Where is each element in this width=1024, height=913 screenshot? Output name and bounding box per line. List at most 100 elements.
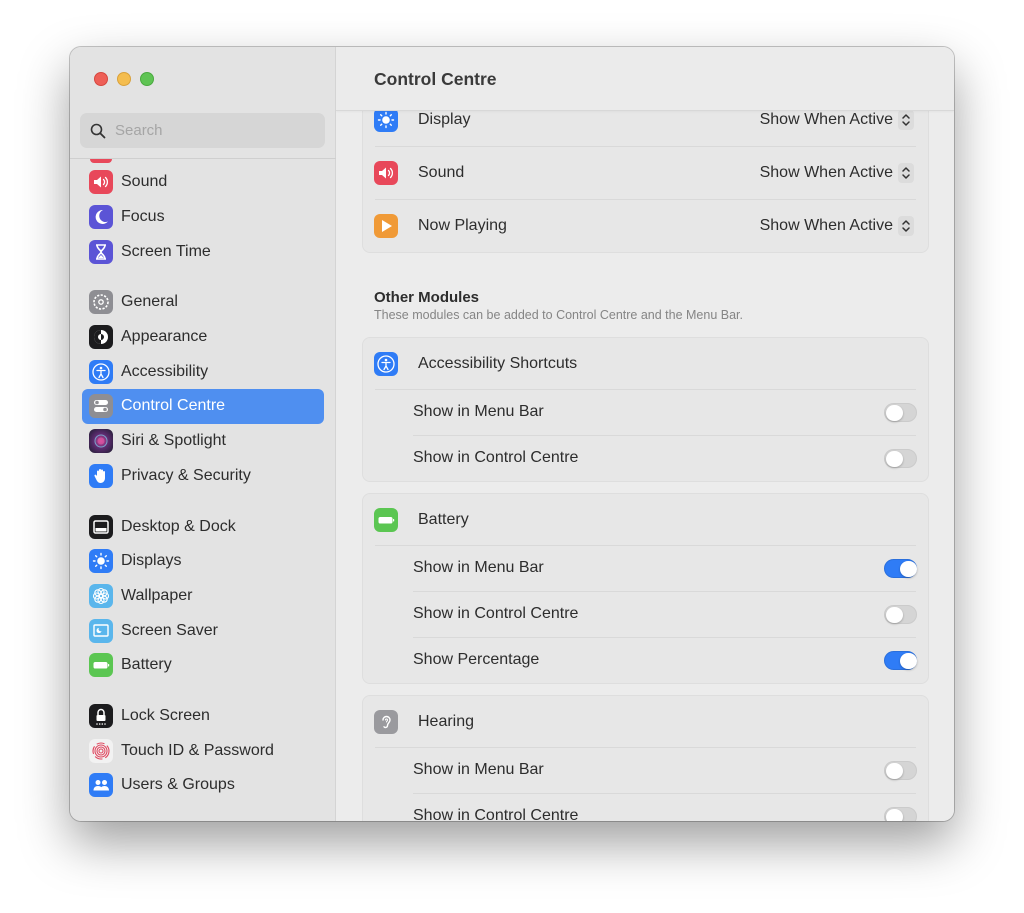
sidebar-item-label: Focus: [121, 208, 165, 226]
control-centre-modules-group: Display Show When Active Sound Show When…: [362, 92, 929, 253]
accessibility-show-in-control-centre-toggle[interactable]: [884, 448, 917, 468]
sidebar-item-label: Users & Groups: [121, 776, 235, 794]
option-label: Show in Menu Bar: [413, 403, 544, 420]
accessibility-icon: [374, 351, 398, 376]
play-icon: [374, 213, 398, 238]
sidebar-item-siri-spotlight[interactable]: Siri & Spotlight: [82, 424, 324, 459]
select-value: Show When Active: [759, 216, 893, 234]
chevron-up-down-icon: [898, 162, 914, 183]
page-title: Control Centre: [374, 69, 497, 89]
hearing-show-in-menu-bar-toggle[interactable]: [884, 760, 917, 780]
siri-icon: [89, 429, 113, 454]
sidebar-item-label: Sound: [121, 173, 168, 191]
sidebar-item-wallpaper[interactable]: Wallpaper: [82, 579, 324, 614]
module-header: Battery: [363, 494, 928, 545]
sidebar-item-battery[interactable]: Battery: [82, 648, 324, 683]
sidebar-item-label: Accessibility: [121, 362, 209, 380]
sidebar-item-label: Displays: [121, 552, 182, 570]
hourglass-icon: [89, 239, 113, 264]
sidebar-item-displays[interactable]: Displays: [82, 544, 324, 579]
system-settings-window: Sound Focus Screen Time General: [70, 47, 954, 821]
hearing-show-in-control-centre-toggle[interactable]: [884, 806, 917, 821]
traffic-lights: [94, 72, 154, 86]
sidebar-item-label: Battery: [121, 656, 172, 674]
sidebar-item-privacy-security[interactable]: Privacy & Security: [82, 459, 324, 494]
module-header: Hearing: [363, 696, 928, 747]
option-row: Show in Menu Bar: [363, 747, 928, 793]
sidebar-item-label: Desktop & Dock: [121, 517, 236, 535]
accessibility-icon: [89, 359, 113, 384]
sidebar-item-label: Privacy & Security: [121, 466, 251, 484]
module-label: Accessibility Shortcuts: [418, 354, 578, 372]
module-label: Battery: [418, 510, 469, 528]
sidebar-item-label: Siri & Spotlight: [121, 432, 226, 450]
option-label: Show in Control Centre: [413, 807, 579, 821]
now-playing-visibility-select[interactable]: Show When Active: [759, 215, 914, 236]
sound-icon: [374, 160, 398, 185]
sidebar-item-lock-screen[interactable]: Lock Screen: [82, 699, 324, 734]
sound-icon: [89, 170, 113, 195]
module-label: Display: [418, 110, 471, 128]
dock-icon: [89, 514, 113, 539]
option-label: Show in Control Centre: [413, 449, 579, 466]
battery-icon: [89, 653, 113, 678]
flower-icon: [89, 583, 113, 608]
sidebar-item-desktop-dock[interactable]: Desktop & Dock: [82, 509, 324, 544]
module-label: Sound: [418, 163, 465, 181]
close-window-button[interactable]: [94, 72, 108, 86]
option-label: Show in Menu Bar: [413, 559, 544, 576]
main-pane: Control Centre Display Show When Active …: [336, 47, 954, 821]
option-row: Show in Menu Bar: [363, 389, 928, 435]
sidebar-item-sound[interactable]: Sound: [82, 165, 324, 200]
sidebar-list: Sound Focus Screen Time General Appearan…: [82, 165, 324, 803]
minimize-window-button[interactable]: [117, 72, 131, 86]
search-input[interactable]: [115, 122, 315, 139]
search-icon: [90, 123, 106, 138]
sidebar-item-focus[interactable]: Focus: [82, 200, 324, 235]
battery-show-percentage-toggle[interactable]: [884, 650, 917, 670]
module-label: Now Playing: [418, 216, 507, 234]
users-icon: [89, 773, 113, 798]
gear-icon: [89, 290, 113, 315]
section-subtitle: These modules can be added to Control Ce…: [374, 308, 743, 322]
sidebar-item-touch-id-password[interactable]: Touch ID & Password: [82, 733, 324, 768]
battery-show-in-control-centre-toggle[interactable]: [884, 604, 917, 624]
sidebar-item-appearance[interactable]: Appearance: [82, 320, 324, 355]
sidebar-item-users-groups[interactable]: Users & Groups: [82, 768, 324, 803]
sidebar-item-label: Control Centre: [121, 397, 226, 415]
sidebar-item-screen-time[interactable]: Screen Time: [82, 234, 324, 269]
option-row: Show in Control Centre: [363, 435, 928, 481]
select-value: Show When Active: [759, 163, 893, 181]
module-label: Hearing: [418, 712, 475, 730]
option-label: Show in Menu Bar: [413, 761, 544, 778]
section-title: Other Modules: [374, 289, 480, 306]
main-header: Control Centre: [336, 47, 954, 111]
partially-scrolled-icon: [90, 159, 112, 163]
accessibility-show-in-menu-bar-toggle[interactable]: [884, 402, 917, 422]
maximize-window-button[interactable]: [140, 72, 154, 86]
battery-show-in-menu-bar-toggle[interactable]: [884, 558, 917, 578]
sidebar-item-general[interactable]: General: [82, 285, 324, 320]
sidebar: Sound Focus Screen Time General: [70, 47, 336, 821]
sidebar-item-accessibility[interactable]: Accessibility: [82, 354, 324, 389]
option-label: Show Percentage: [413, 651, 540, 668]
option-row: Show in Control Centre: [363, 793, 928, 821]
sound-visibility-select[interactable]: Show When Active: [759, 162, 914, 183]
select-value: Show When Active: [759, 110, 893, 128]
module-group-accessibility-shortcuts: Accessibility Shortcuts Show in Menu Bar…: [362, 337, 929, 482]
sidebar-item-label: Appearance: [121, 328, 208, 346]
focus-moon-icon: [89, 205, 113, 230]
sidebar-item-control-centre[interactable]: Control Centre: [82, 389, 324, 424]
screensaver-icon: [89, 618, 113, 643]
ear-icon: [374, 709, 398, 734]
lock-icon: [89, 703, 113, 728]
display-visibility-select[interactable]: Show When Active: [759, 109, 914, 130]
option-row: Show Percentage: [363, 637, 928, 683]
search-field[interactable]: [80, 113, 325, 148]
module-group-hearing: Hearing Show in Menu Bar Show in Control…: [362, 695, 929, 821]
option-row: Show in Menu Bar: [363, 545, 928, 591]
sidebar-item-label: Lock Screen: [121, 706, 210, 724]
sidebar-item-label: Screen Saver: [121, 621, 218, 639]
sidebar-item-screen-saver[interactable]: Screen Saver: [82, 613, 324, 648]
module-row-now-playing: Now Playing Show When Active: [363, 199, 928, 252]
